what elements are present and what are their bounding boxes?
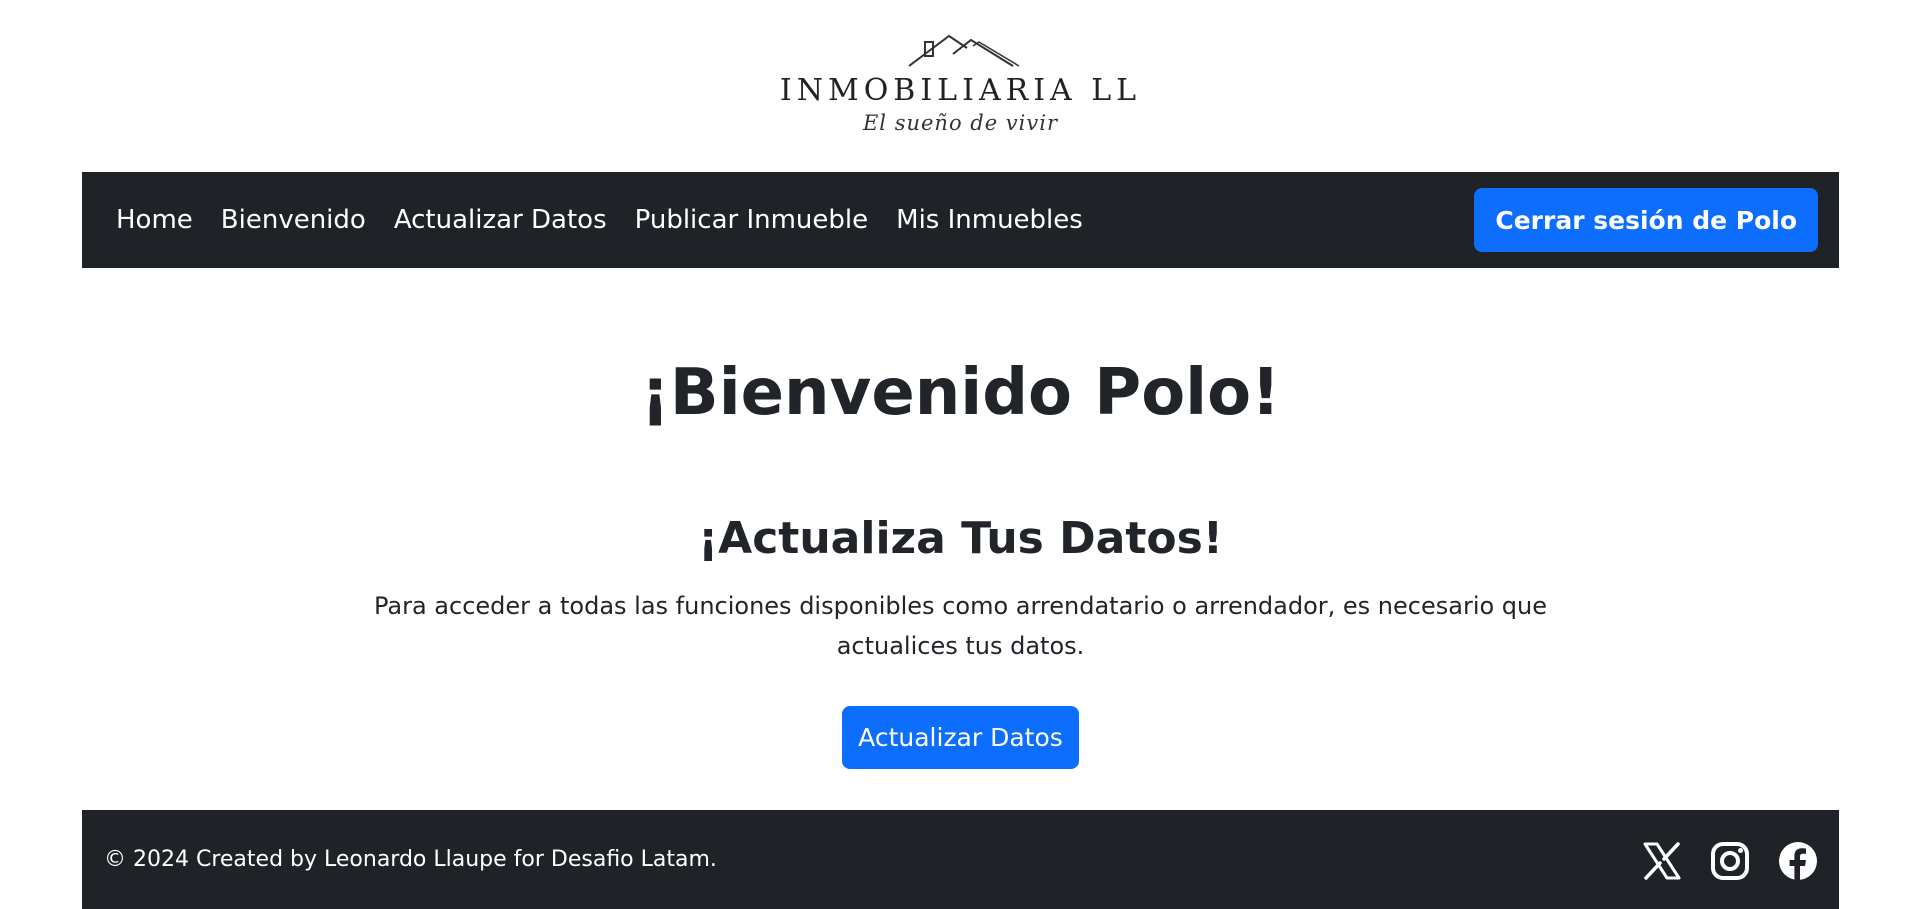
- site-logo[interactable]: INMOBILIARIA LL El sueño de vivir: [0, 0, 1921, 172]
- instagram-icon[interactable]: [1709, 840, 1751, 882]
- main-content: ¡Bienvenido Polo! ¡Actualiza Tus Datos! …: [0, 268, 1921, 810]
- update-data-description: Para acceder a todas las funciones dispo…: [373, 592, 1548, 660]
- nav-link-publicar-inmueble[interactable]: Publicar Inmueble: [635, 205, 869, 235]
- social-links: [1641, 840, 1819, 882]
- update-data-title: ¡Actualiza Tus Datos!: [698, 513, 1223, 564]
- nav-link-bienvenido[interactable]: Bienvenido: [221, 205, 366, 235]
- logout-button[interactable]: Cerrar sesión de Polo: [1474, 188, 1818, 252]
- logo-name: INMOBILIARIA LL: [779, 73, 1142, 108]
- page: INMOBILIARIA LL El sueño de vivir Home B…: [0, 0, 1921, 909]
- facebook-icon[interactable]: [1777, 840, 1819, 882]
- logo-tagline: El sueño de vivir: [862, 111, 1059, 135]
- x-icon[interactable]: [1641, 840, 1683, 882]
- nav-link-mis-inmuebles[interactable]: Mis Inmuebles: [896, 205, 1083, 235]
- update-data-button[interactable]: Actualizar Datos: [842, 706, 1079, 769]
- nav-links: Home Bienvenido Actualizar Datos Publica…: [116, 205, 1111, 235]
- nav-link-home[interactable]: Home: [116, 205, 193, 235]
- welcome-title: ¡Bienvenido Polo!: [640, 356, 1281, 430]
- footer: © 2024 Created by Leonardo Llaupe for De…: [82, 810, 1839, 909]
- navbar: Home Bienvenido Actualizar Datos Publica…: [82, 172, 1839, 268]
- footer-copyright: © 2024 Created by Leonardo Llaupe for De…: [104, 847, 717, 872]
- nav-link-actualizar-datos[interactable]: Actualizar Datos: [394, 205, 607, 235]
- house-roof-icon: [907, 34, 1019, 67]
